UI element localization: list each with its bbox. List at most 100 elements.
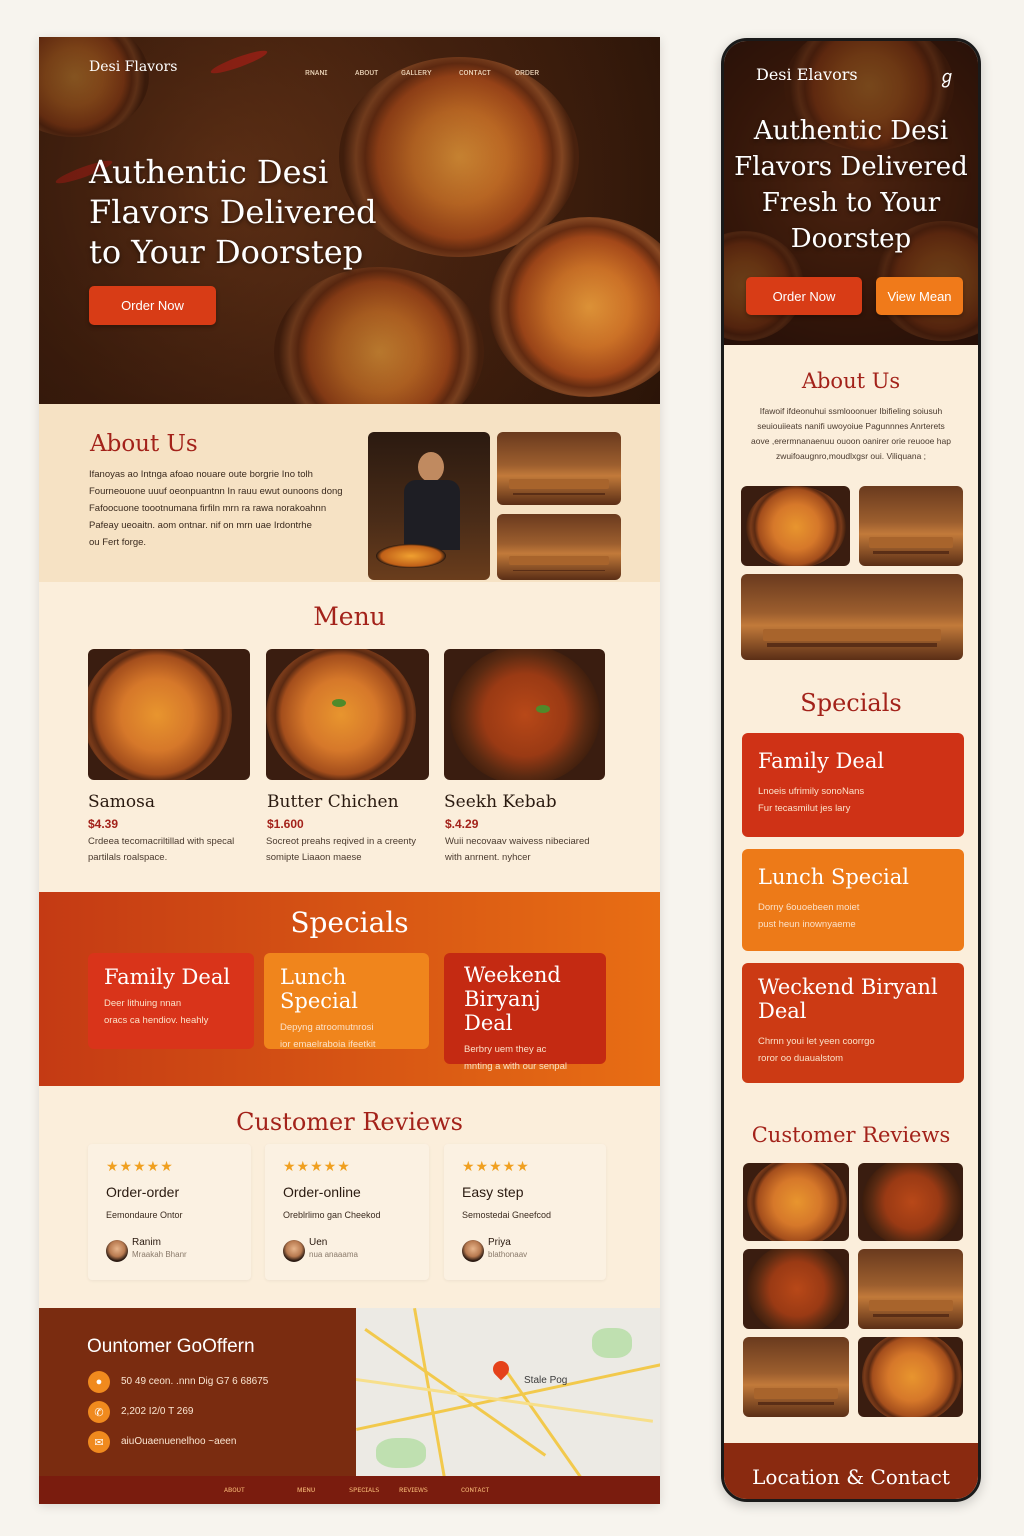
menu-section: Menu Samosa $4.39 Crdeea tecomacriltilla… — [39, 582, 660, 892]
special-title: Weckend Biryanl Deal — [758, 975, 938, 1023]
food-bowl — [747, 1249, 847, 1329]
nav-item[interactable]: ɢᴀʟʟᴇʀʏ — [401, 67, 432, 77]
special-card-family[interactable]: Family Deal Deer lithuing nnan oracs ca h… — [88, 953, 254, 1049]
menu-icon[interactable]: ℊ — [938, 63, 956, 89]
special-card-weekend[interactable]: Weckend Biryanl Deal Chrnn youi let yeen… — [742, 963, 964, 1083]
menu-item-desc: Socreot preahs reqived in a creenty somip… — [266, 836, 416, 863]
mobile-contact-bar: Location & Contact — [724, 1443, 978, 1499]
hero-section: Desi Flavors ʀɴᴀɴɪ ᴀʙᴏᴜᴛ ɢᴀʟʟᴇʀʏ ᴄᴏɴᴛᴀᴄᴛ… — [39, 37, 660, 404]
about-section: About Us Ifanoyas ao Intnga afoao nouare… — [39, 404, 660, 582]
food-bowl — [450, 649, 600, 780]
map-park — [592, 1328, 632, 1358]
special-title: Family Deal — [104, 965, 231, 989]
contact-section: Ountomer GoOffern ● 50 49 ceon. .nnn Dig… — [39, 1308, 356, 1476]
reviews-section: Customer Reviews ★★★★★ Order-order Eemon… — [39, 1086, 660, 1308]
food-bowl — [862, 1163, 962, 1241]
footer-link[interactable]: ᴀʙᴏᴜᴛ — [224, 1485, 245, 1494]
menu-item-name: Butter Chichen — [267, 792, 399, 812]
menu-title: Menu — [313, 602, 386, 631]
email-icon: ✉ — [88, 1431, 110, 1453]
logo[interactable]: Desi Flavors — [89, 59, 177, 75]
special-desc: Dorny 6ouoebeen moiet pust heun inownyaem… — [758, 902, 860, 930]
chef-head — [418, 452, 444, 482]
hero-title-line: Authentic Desi — [753, 116, 949, 146]
review-photo — [858, 1337, 963, 1417]
mobile-page: Desi Elavors ℊ Authentic Desi Flavors De… — [721, 38, 981, 1502]
mobile-contact-title: Location & Contact — [752, 1465, 950, 1489]
about-text: Ifanoyas ao Intnga afoao nouare oute bor… — [89, 466, 343, 551]
footer-link[interactable]: ᴄᴏɴᴛᴀᴄᴛ — [461, 1485, 489, 1494]
special-card-lunch[interactable]: Lunch Special Depyng atroomutnrosi ior em… — [264, 953, 429, 1050]
special-desc: Deer lithuing nnan oracs ca hendiov. heah… — [104, 998, 209, 1026]
nav-item[interactable]: ᴏʀᴅᴇʀ — [515, 67, 539, 77]
reviewer-name: Ranim — [132, 1237, 161, 1248]
avatar — [283, 1240, 305, 1262]
special-card-weekend[interactable]: Weekend Biryanj Deal Berbry uem they ac m… — [444, 953, 606, 1072]
menu-item-price: $4.39 — [88, 817, 119, 831]
about-line: Pafeay ueoaitn. aom ontnar. nif on mrn u… — [89, 520, 312, 531]
map-road — [356, 1378, 654, 1423]
special-title: Lunch Special — [280, 965, 358, 1013]
avatar — [106, 1240, 128, 1262]
mobile-logo[interactable]: Desi Elavors — [756, 65, 858, 84]
special-title: Family Deal — [758, 749, 885, 773]
gallery-image — [741, 574, 963, 660]
review-title: Order-online — [283, 1184, 361, 1200]
map[interactable]: Stale Pog — [356, 1308, 660, 1476]
about-line: aove ,erermnanaenuu ouoon oanirer orie r… — [751, 436, 951, 446]
order-now-button[interactable]: Order Now — [89, 286, 216, 325]
samosa-image[interactable] — [88, 649, 250, 780]
menu-item-desc: Wuii necovaav waivess nibeciared with anr… — [445, 836, 590, 863]
special-desc: Berbry uem they ac mnting a with our senp… — [464, 1044, 567, 1072]
footer-link[interactable]: ꜱᴘᴇᴄɪᴀʟꜱ — [349, 1485, 379, 1494]
menu-item-name: Seekh Kebab — [444, 792, 557, 812]
about-line: ou Fert forge. — [89, 537, 147, 548]
footer-link[interactable]: ᴍᴇɴᴜ — [297, 1485, 315, 1494]
review-card: ★★★★★ Easy step Semostedai Gneefcod Priy… — [444, 1144, 606, 1280]
food-bowl — [862, 1337, 962, 1417]
star-rating-icon: ★★★★★ — [283, 1158, 351, 1174]
seekh-kebab-image[interactable] — [444, 649, 605, 780]
contact-phone[interactable]: 2,202 I2/0 T 269 — [121, 1406, 193, 1417]
avatar — [462, 1240, 484, 1262]
butter-chicken-image[interactable] — [266, 649, 429, 780]
review-title: Order-order — [106, 1184, 180, 1200]
nav-item[interactable]: ʀɴᴀɴɪ — [305, 67, 328, 77]
specials-section: Specials Family Deal Deer lithuing nnan o… — [39, 892, 660, 1086]
menu-item-name: Samosa — [88, 792, 155, 812]
special-desc: Depyng atroomutnrosi ior emaelraboia ifee… — [280, 1022, 376, 1050]
special-card-lunch[interactable]: Lunch Special Dorny 6ouoebeen moiet pust … — [742, 849, 964, 951]
reviewer-name: Priya — [488, 1237, 511, 1248]
order-now-button[interactable]: Order Now — [746, 277, 862, 315]
review-photo — [858, 1249, 963, 1329]
review-photo — [743, 1163, 849, 1241]
star-rating-icon: ★★★★★ — [106, 1158, 174, 1174]
mobile-specials-title: Specials — [800, 689, 902, 717]
special-desc: Chrnn youi let yeen coorrgo roror oo duau… — [758, 1036, 875, 1064]
restaurant-photo — [497, 432, 621, 505]
gallery-image — [859, 486, 963, 566]
garnish — [332, 699, 346, 707]
special-card-family[interactable]: Family Deal Lnoeis ufrimily sonoNans Fur … — [742, 733, 964, 837]
view-menu-button[interactable]: View Mean — [876, 277, 963, 315]
star-rating-icon: ★★★★★ — [462, 1158, 530, 1174]
nav-item[interactable]: ᴀʙᴏᴜᴛ — [355, 67, 378, 77]
chef-photo — [368, 432, 490, 580]
special-title: Lunch Special — [758, 865, 909, 889]
footer-link[interactable]: ʀᴇᴠɪᴇᴡꜱ — [399, 1485, 428, 1494]
hero-title-line: Doorstep — [790, 224, 912, 254]
mobile-hero-title: Authentic Desi Flavors Delivered Fresh t… — [724, 113, 978, 257]
hero-title-line: Fresh to Your — [761, 188, 941, 218]
food-bowl — [88, 649, 232, 780]
about-title: About Us — [90, 431, 198, 457]
review-photo — [743, 1337, 849, 1417]
review-photo — [858, 1163, 963, 1241]
chef-body — [404, 480, 460, 550]
nav-item[interactable]: ᴄᴏɴᴛᴀᴄᴛ — [459, 67, 491, 77]
hero-title: Authentic Desi Flavors Delivered to Your… — [89, 152, 377, 272]
reviewer-name: Uen — [309, 1237, 328, 1248]
menu-item-desc: Crdeea tecomacriltillad with specal parti… — [88, 836, 235, 863]
gallery-image — [741, 486, 850, 566]
reviews-title: Customer Reviews — [236, 1108, 463, 1136]
contact-email[interactable]: aiuOuaenuenelhoo ~aeen — [121, 1436, 236, 1447]
